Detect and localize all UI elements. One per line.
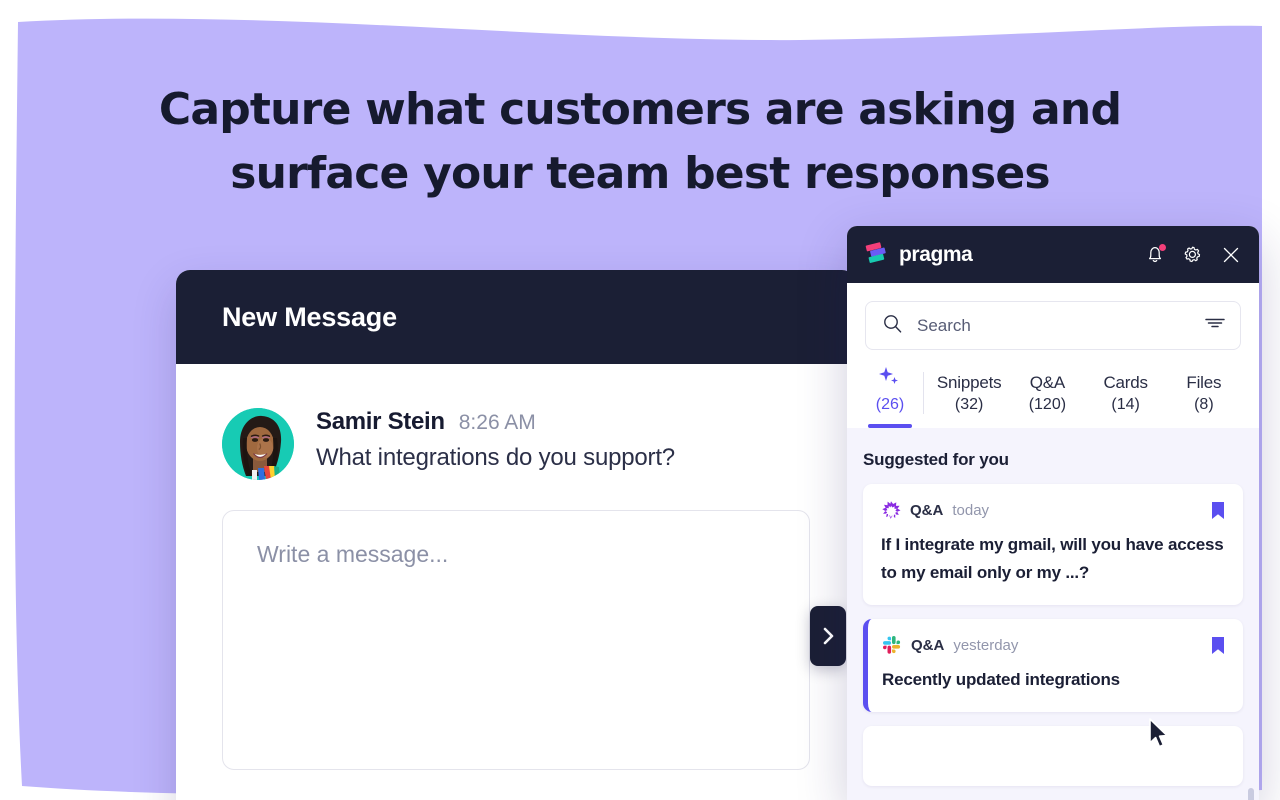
tab-cards-label: Cards <box>1103 373 1148 392</box>
pragma-logo-icon <box>865 240 890 270</box>
card-source: Q&A <box>911 636 945 654</box>
panel-header-actions <box>1145 244 1242 266</box>
tab-cards-count: (14) <box>1111 396 1140 413</box>
slack-icon <box>882 635 902 655</box>
suggestion-card[interactable] <box>863 726 1243 786</box>
card-timestamp: today <box>952 501 990 519</box>
card-timestamp: yesterday <box>953 636 1019 654</box>
card-source: Q&A <box>910 501 944 519</box>
suggestion-card[interactable]: Q&A today If I integrate my gmail, will … <box>863 484 1243 605</box>
new-message-title: New Message <box>222 301 397 332</box>
tab-cards[interactable]: Cards (14) <box>1087 372 1165 428</box>
message-author: Samir Stein <box>316 408 445 435</box>
notification-badge <box>1159 244 1166 251</box>
panel-tabs: (26) Snippets (32) Q&A (120) Cards (14) … <box>847 350 1259 428</box>
tab-snippets[interactable]: Snippets (32) <box>930 372 1008 428</box>
bookmark-icon[interactable] <box>1211 636 1225 655</box>
tab-qa-count: (120) <box>1028 396 1067 413</box>
new-message-header: New Message <box>176 270 856 364</box>
message-timestamp: 8:26 AM <box>458 411 536 434</box>
search-icon <box>882 313 903 339</box>
chevron-right-icon <box>822 626 835 646</box>
search-box[interactable] <box>865 301 1241 350</box>
section-title: Suggested for you <box>863 450 1009 469</box>
card-text: If I integrate my gmail, will you have a… <box>881 535 1224 582</box>
page-title: Capture what customers are asking and su… <box>158 84 1122 199</box>
screenshot-root: Capture what customers are asking and su… <box>0 0 1280 800</box>
tab-ai-suggestions[interactable]: (26) <box>863 366 917 428</box>
panel-header: pragma <box>847 226 1259 283</box>
tab-files-count: (8) <box>1194 396 1214 413</box>
brand: pragma <box>865 240 973 270</box>
hero-section: Capture what customers are asking and su… <box>0 78 1280 206</box>
avatar <box>222 408 294 480</box>
send-message-button[interactable] <box>810 606 846 666</box>
panel-search-area <box>847 283 1259 350</box>
search-input[interactable] <box>917 315 1190 336</box>
tab-divider <box>923 372 924 414</box>
close-icon[interactable] <box>1220 244 1242 266</box>
tab-files-label: Files <box>1186 373 1222 392</box>
gear-icon[interactable] <box>1182 244 1203 265</box>
message-item: Samir Stein 8:26 AM What integrations do… <box>222 408 810 480</box>
bell-icon[interactable] <box>1145 244 1166 265</box>
tab-files[interactable]: Files (8) <box>1165 372 1243 428</box>
composer-placeholder: Write a message... <box>257 541 449 567</box>
suggestion-card[interactable]: Q&A yesterday Recently updated integrati… <box>863 619 1243 712</box>
message-composer[interactable]: Write a message... <box>222 510 810 770</box>
new-message-body: Samir Stein 8:26 AM What integrations do… <box>176 364 856 480</box>
panel-scrollbar[interactable] <box>1248 788 1254 800</box>
bookmark-icon[interactable] <box>1211 501 1225 520</box>
card-text: Recently updated integrations <box>882 670 1120 689</box>
message-text: What integrations do you support? <box>316 444 675 471</box>
card-header: Q&A yesterday <box>882 635 1225 655</box>
suggestions-list: Suggested for you Q&A today If I integra… <box>847 428 1259 800</box>
tab-snippets-label: Snippets <box>936 373 1002 392</box>
filter-icon[interactable] <box>1204 316 1226 335</box>
message-meta: Samir Stein 8:26 AM <box>316 408 675 436</box>
pragma-panel: pragma Search (26) Snippets (32) Q&A (12… <box>847 226 1259 800</box>
card-header: Q&A today <box>881 500 1225 520</box>
tab-ai-count: (26) <box>875 396 905 413</box>
sparkle-icon <box>863 366 917 394</box>
new-message-window: New Message Samir Stein 8:26 AM What int… <box>176 270 856 800</box>
tab-qa[interactable]: Q&A (120) <box>1008 372 1086 428</box>
starburst-icon <box>881 500 901 520</box>
tab-snippets-count: (32) <box>954 396 984 413</box>
brand-name: pragma <box>899 242 973 266</box>
tab-qa-label: Q&A <box>1029 373 1066 392</box>
